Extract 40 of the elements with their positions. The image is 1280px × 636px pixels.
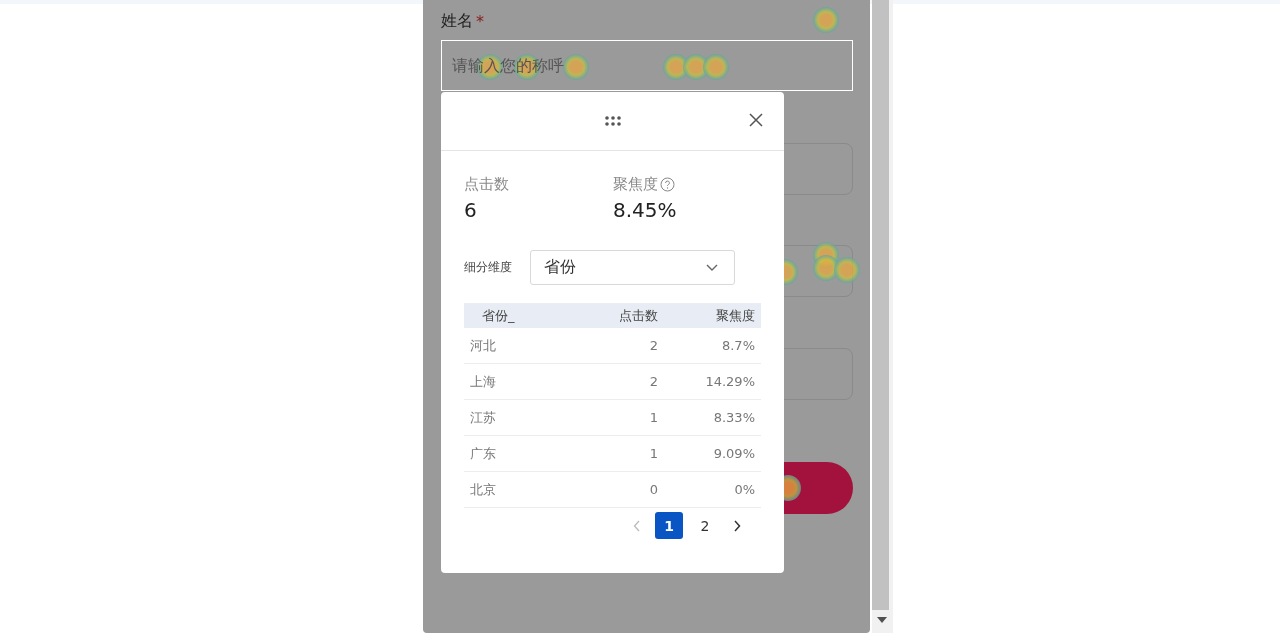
close-icon[interactable] <box>749 113 763 127</box>
table-cell-text: 0% <box>733 482 756 497</box>
dimension-label: 细分维度 <box>464 259 513 276</box>
table-cell-text: 1 <box>648 410 659 425</box>
scroll-down-icon[interactable] <box>877 617 887 623</box>
table-cell-text: 2 <box>648 338 659 353</box>
table-cell-text: 北京 <box>469 480 497 499</box>
scrollbar[interactable] <box>872 0 893 633</box>
heatmap-spot <box>813 7 839 33</box>
help-icon[interactable] <box>660 177 675 192</box>
stat-value: 6 <box>464 198 478 222</box>
page-button[interactable]: 1 <box>655 512 683 539</box>
table-cell-text: 1 <box>648 446 659 461</box>
heatmap-spot <box>834 257 860 283</box>
dimension-select[interactable]: 省份 <box>530 250 735 285</box>
heatmap-spot <box>813 255 839 281</box>
table-cell-text: 0 <box>648 482 659 497</box>
stat-value: 8.45% <box>613 198 678 222</box>
page-button[interactable]: 2 <box>691 512 719 539</box>
table-cell-text: 14.29% <box>704 374 756 389</box>
heatmap-spot <box>563 54 589 80</box>
heatmap-spot <box>703 54 729 80</box>
chevron-down-icon <box>706 263 718 272</box>
stat-label: 点击数 <box>464 175 509 194</box>
drag-handle-icon[interactable] <box>604 116 621 126</box>
stat-label: 聚焦度 <box>613 175 658 194</box>
field-label: 姓名 <box>441 10 473 32</box>
table-cell-text: 广东 <box>469 444 497 463</box>
column-header: 聚焦度 <box>715 306 756 325</box>
table-cell-text: 8.33% <box>712 410 756 425</box>
column-header: 点击数 <box>618 306 659 325</box>
table-cell-text: 2 <box>648 374 659 389</box>
column-header: 省份_ <box>481 306 516 325</box>
table-cell-text: 江苏 <box>469 408 497 427</box>
table-cell-text: 河北 <box>469 336 497 355</box>
next-page-icon[interactable] <box>733 519 741 532</box>
table-cell-text: 9.09% <box>712 446 756 461</box>
table-cell-text: 8.7% <box>720 338 756 353</box>
table-cell-text: 上海 <box>469 372 497 391</box>
required-mark: * <box>476 11 484 31</box>
